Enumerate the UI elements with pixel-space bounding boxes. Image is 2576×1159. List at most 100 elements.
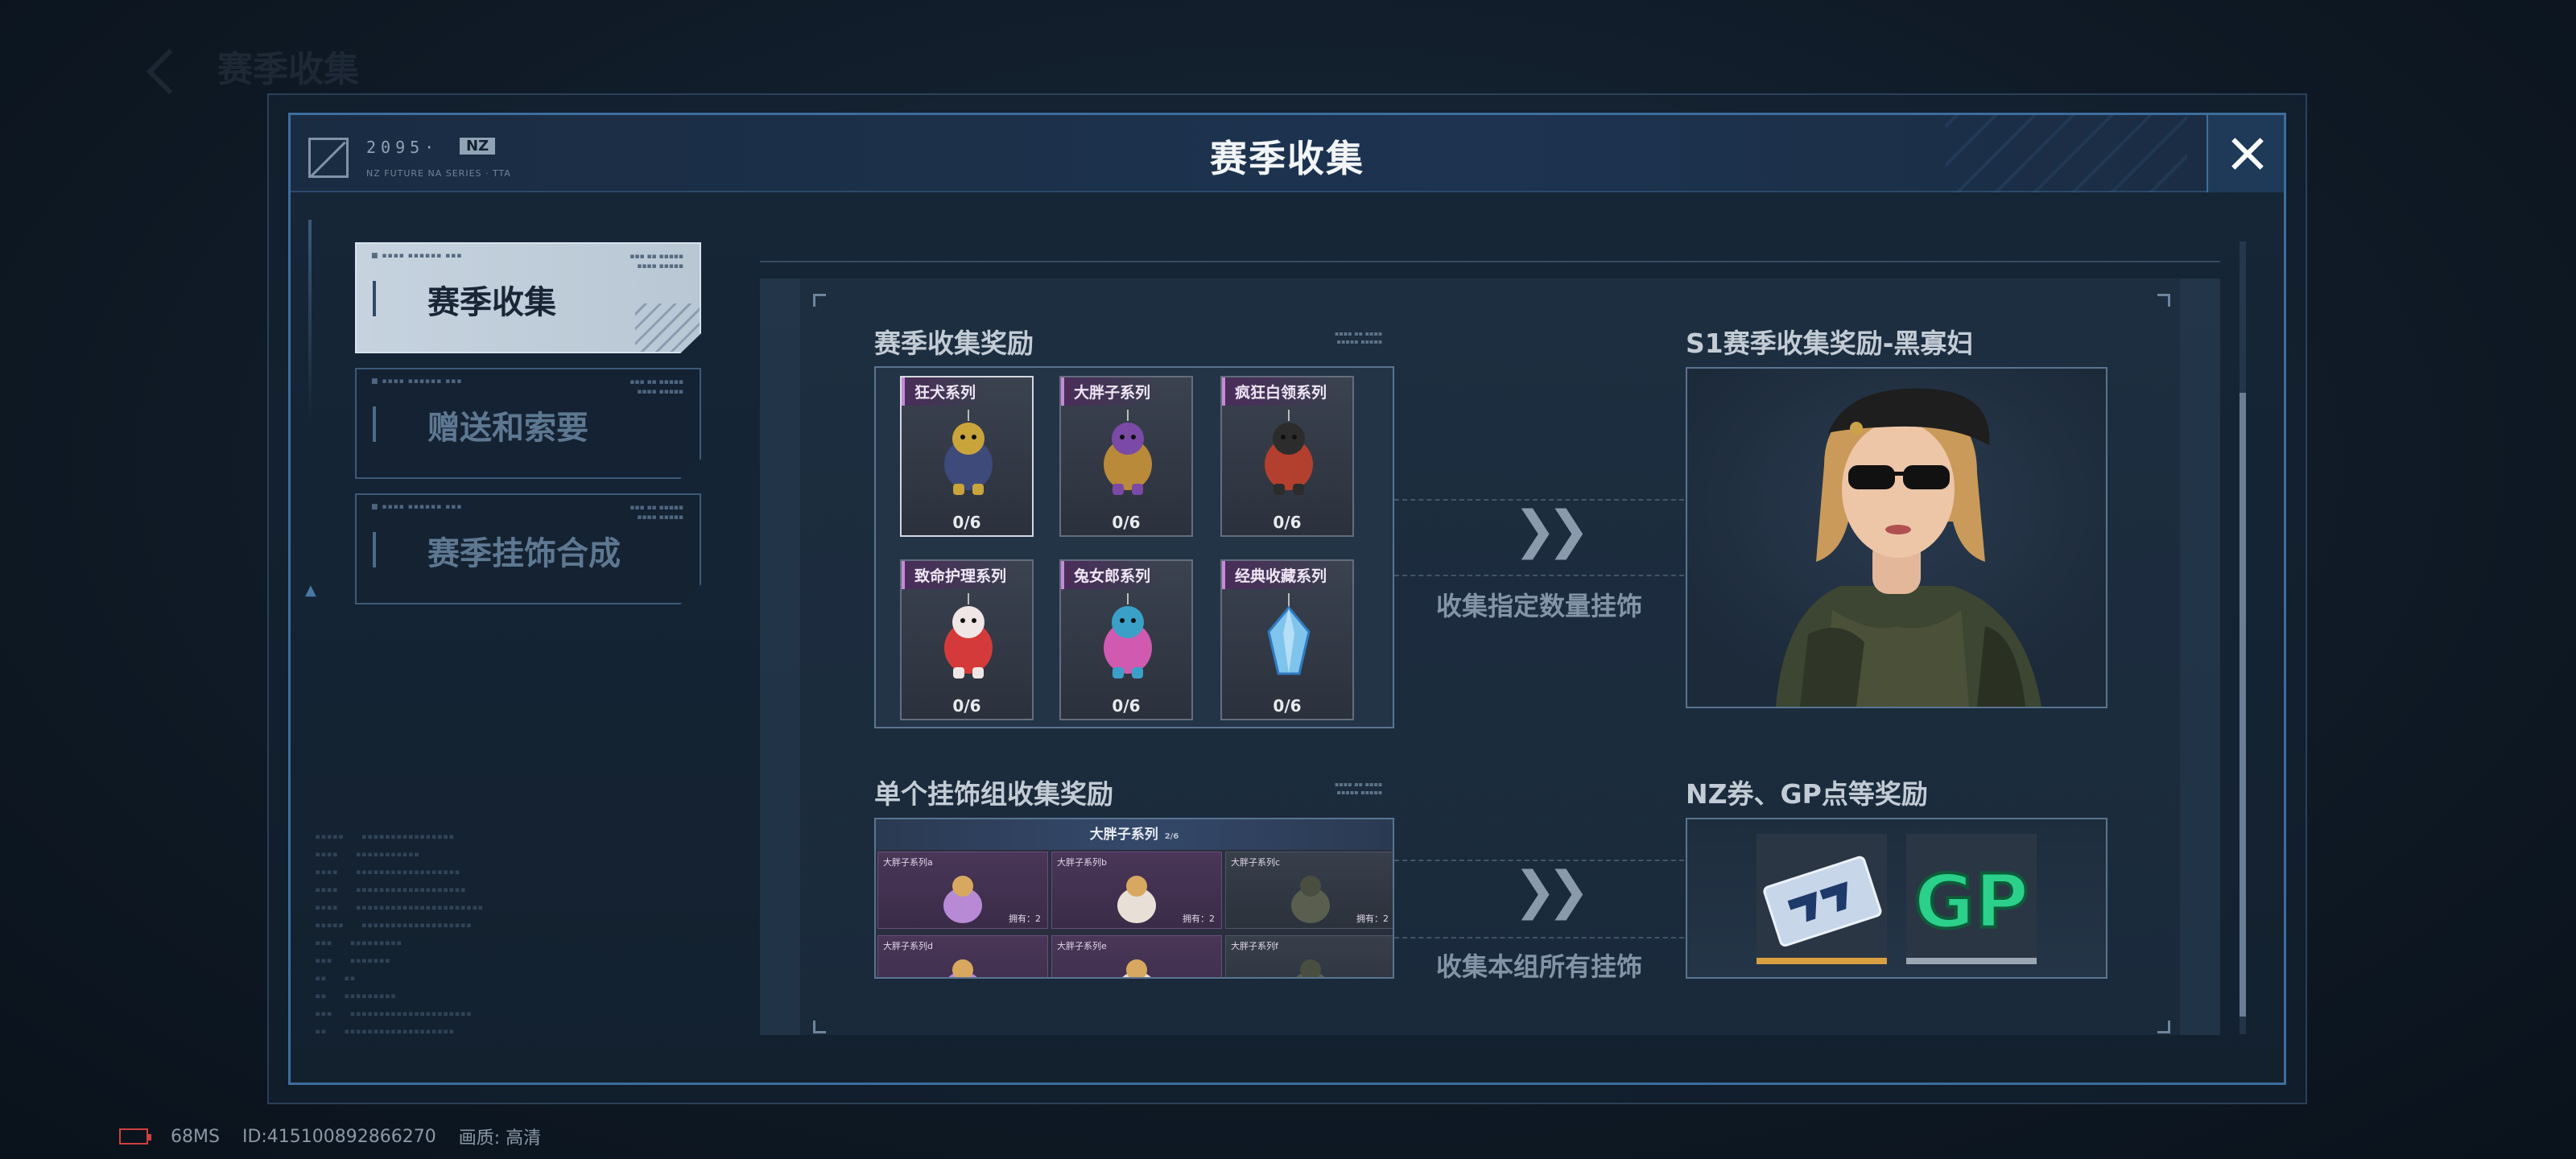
crazy-clown-charm-icon — [1265, 410, 1313, 495]
background-ghost-title: 赛季收集 — [146, 40, 359, 95]
currency-reward-box: GP — [1686, 818, 2107, 979]
corner-decoration — [2157, 1021, 2170, 1033]
charm-card-label: 狂犬系列 — [902, 377, 983, 406]
tab-label: 赛季挂饰合成 — [427, 535, 621, 572]
quality-value: 高清 — [506, 1128, 542, 1149]
series-mini-card[interactable]: 大胖子系列d — [877, 935, 1048, 977]
series-mini-card[interactable]: 大胖子系列c 拥有：2 — [1225, 852, 1393, 929]
svg-text:GP: GP — [1914, 859, 2029, 945]
charm-card-mad-dog-charm[interactable]: 狂犬系列 0/6 — [900, 376, 1034, 537]
corner-decoration — [813, 1021, 826, 1033]
charm-card-big-fatty-charm[interactable]: 大胖子系列 0/6 — [1059, 376, 1193, 537]
charm-card-count: 0/6 — [952, 696, 981, 716]
micro-text-decoration: ▪▪▪▪ ▪▪ ▪▪▪▪ ▪▪▪▪▪ ▪▪▪▪▪ — [1335, 330, 1383, 345]
tab-indicator — [373, 281, 376, 316]
series-preview[interactable]: 大胖子系列 2/6 大胖子系列a 拥有：2 大胖子系列b 拥有：2 大胖子系列c 拥有：2 大… — [874, 818, 1394, 979]
micro-text-decoration: ▪▪▪▪ ▪▪ ▪▪▪▪ ▪▪▪▪▪ ▪▪▪▪▪ — [1335, 781, 1383, 796]
mini-card-count: 拥有：2 — [1356, 914, 1389, 924]
charm-card-count: 0/6 — [1112, 513, 1141, 532]
mini-card-label: 大胖子系列f — [1231, 941, 1278, 951]
mini-card-label: 大胖子系列e — [1057, 941, 1107, 951]
single-group-reward-title: 单个挂饰组收集奖励 — [874, 778, 1113, 810]
mad-dog-charm-icon — [944, 410, 993, 495]
tab-micro-text: ■ ▪▪▪▪ ▪▪▪▪▪▪ ▪▪▪ — [371, 503, 463, 511]
mini-card-label: 大胖子系列d — [883, 941, 933, 951]
double-chevron-right-icon: ❯❯ — [1513, 501, 1590, 560]
charm-card-label: 经典收藏系列 — [1222, 561, 1334, 589]
season-collection-reward-title: 赛季收集奖励 — [874, 328, 1034, 359]
mini-card-count: 拥有：2 — [1183, 914, 1215, 924]
tab-indicator — [373, 406, 376, 442]
scrollbar-thumb[interactable] — [2240, 393, 2246, 1017]
close-icon[interactable] — [2207, 115, 2284, 192]
quality-label: 画质: — [458, 1128, 501, 1149]
black-widow-reward-box[interactable] — [1686, 367, 2107, 708]
charm-card-count: 0/6 — [1112, 696, 1141, 716]
modal-title: 赛季收集 — [1210, 137, 1364, 180]
ping-value: 68MS — [171, 1126, 220, 1147]
modal-header: 2095· NZ NZ FUTURE NA SERIES · TTA 赛季收集 — [291, 115, 2284, 192]
quality-setting: 画质: 高清 — [459, 1124, 541, 1149]
charm-card-label: 兔女郎系列 — [1061, 561, 1158, 589]
tab-micro-text-right: ▪▪▪ ▪▪ ▪▪▪▪▪ ▪▪▪▪ ▪▪▪▪▪ — [630, 253, 683, 270]
mini-card-label: 大胖子系列c — [1231, 857, 1281, 868]
group-hint: 收集本组所有挂饰 — [1436, 951, 1643, 982]
bunny-girl-charm-icon — [1104, 593, 1152, 678]
tab-micro-text: ■ ▪▪▪▪ ▪▪▪▪▪▪ ▪▪▪ — [371, 252, 463, 260]
gp-points-graphic: GP — [1906, 834, 2037, 964]
tab-stripes-decoration — [635, 303, 700, 352]
tab-micro-text-right: ▪▪▪ ▪▪ ▪▪▪▪▪ ▪▪▪▪ ▪▪▪▪▪ — [630, 504, 683, 522]
season-reward-title: S1赛季收集奖励-黑寡妇 — [1686, 328, 1974, 359]
tab-gift-and-request[interactable]: ■ ▪▪▪▪ ▪▪▪▪▪▪ ▪▪▪ ▪▪▪ ▪▪ ▪▪▪▪▪ ▪▪▪▪ ▪▪▪▪▪… — [355, 368, 701, 479]
side-rail-decoration — [308, 220, 312, 421]
charm-card-bunny-girl-charm[interactable]: 兔女郎系列 0/6 — [1059, 559, 1193, 720]
charm-card-deadly-nurse-charm[interactable]: 致命护理系列 0/6 — [900, 559, 1034, 720]
series-name: 大胖子系列 — [1089, 827, 1158, 843]
tab-season-collection[interactable]: ■ ▪▪▪▪ ▪▪▪▪▪▪ ▪▪▪ ▪▪▪ ▪▪ ▪▪▪▪▪ ▪▪▪▪ ▪▪▪▪▪… — [355, 242, 701, 353]
tab-micro-text-right: ▪▪▪ ▪▪ ▪▪▪▪▪ ▪▪▪▪ ▪▪▪▪▪ — [630, 378, 683, 396]
double-chevron-right-icon: ❯❯ — [1513, 861, 1590, 921]
deadly-nurse-charm-icon — [944, 593, 993, 678]
charm-card-count: 0/6 — [1273, 696, 1302, 716]
big-fatty-charm-icon — [948, 959, 977, 977]
status-bar: 68MS ID:415100892866270 画质: 高清 — [119, 1124, 541, 1149]
series-header: 大胖子系列 2/6 — [876, 819, 1393, 850]
black-widow-character-icon — [1687, 369, 2106, 707]
charm-card-count: 0/6 — [952, 513, 981, 532]
back-arrow-icon — [146, 48, 192, 95]
tab-charm-synthesis[interactable]: ■ ▪▪▪▪ ▪▪▪▪▪▪ ▪▪▪ ▪▪▪ ▪▪ ▪▪▪▪▪ ▪▪▪▪ ▪▪▪▪▪… — [355, 493, 701, 604]
tab-label: 赛季收集 — [427, 284, 556, 321]
battery-icon — [119, 1128, 151, 1145]
corner-decoration — [2157, 294, 2170, 307]
big-fatty-charm-icon — [943, 876, 982, 923]
mini-card-label: 大胖子系列b — [1057, 857, 1107, 868]
charm-grid: 狂犬系列 0/6 大胖子系列 0/6 疯狂白领系列 0/6 致命护理系列 0/6 兔女郎系列 0/… — [874, 366, 1394, 728]
charm-card-count: 0/6 — [1273, 513, 1302, 532]
series-mini-card[interactable]: 大胖子系列a 拥有：2 — [877, 852, 1048, 929]
big-fatty-charm-icon — [1117, 876, 1156, 923]
series-mini-card[interactable]: 大胖子系列b 拥有：2 — [1051, 852, 1222, 929]
charm-card-crazy-clown-charm[interactable]: 疯狂白领系列 0/6 — [1220, 376, 1354, 537]
nz-ticket-icon[interactable] — [1757, 834, 1887, 964]
content-top-rule — [760, 261, 2220, 262]
currency-reward-title: NZ券、GP点等奖励 — [1686, 778, 1928, 810]
big-fatty-charm-icon — [1291, 876, 1330, 923]
tab-indicator — [373, 532, 376, 567]
gp-points-icon[interactable]: GP — [1906, 834, 2037, 964]
nz-ticket-graphic — [1757, 834, 1887, 964]
collection-hint: 收集指定数量挂饰 — [1436, 591, 1643, 621]
big-fatty-charm-icon — [1122, 959, 1151, 977]
series-count: 2/6 — [1164, 832, 1179, 841]
corner-decoration — [813, 294, 826, 307]
charm-card-crystal-charm[interactable]: 经典收藏系列 0/6 — [1220, 559, 1354, 720]
debug-overlay-decoration: ▪▪▪▪▪ ▪▪▪▪▪▪▪▪▪▪▪▪▪▪▪▪ ▪▪▪▪ ▪▪▪▪▪▪▪▪▪▪▪ ▪▪… — [315, 831, 484, 1037]
mini-card-count: 拥有：2 — [1009, 914, 1041, 924]
player-id: ID:415100892866270 — [242, 1126, 436, 1147]
big-fatty-charm-icon — [1296, 959, 1325, 977]
charm-card-label: 疯狂白领系列 — [1222, 377, 1334, 406]
series-mini-card[interactable]: 大胖子系列f — [1225, 935, 1393, 977]
charm-card-label: 致命护理系列 — [902, 561, 1013, 589]
series-mini-card[interactable]: 大胖子系列e — [1051, 935, 1222, 977]
tab-micro-text: ■ ▪▪▪▪ ▪▪▪▪▪▪ ▪▪▪ — [371, 377, 463, 386]
charm-card-label: 大胖子系列 — [1061, 377, 1158, 406]
